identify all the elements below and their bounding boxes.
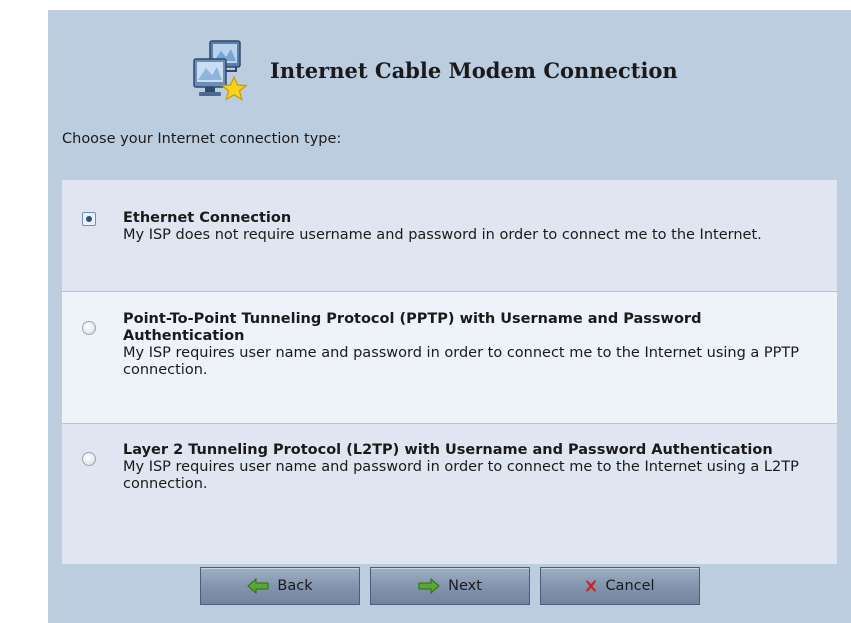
l2tp-radio[interactable] <box>82 452 96 466</box>
next-button-label: Next <box>448 578 482 594</box>
option-title: Layer 2 Tunneling Protocol (L2TP) with U… <box>123 442 773 458</box>
option-description: My ISP does not require username and pas… <box>123 227 762 243</box>
arrow-left-icon <box>247 578 269 594</box>
back-button[interactable]: Back <box>200 567 360 605</box>
cancel-button-label: Cancel <box>605 578 655 594</box>
option-title: Point-To-Point Tunneling Protocol (PPTP)… <box>123 311 702 344</box>
option-title: Ethernet Connection <box>123 210 292 226</box>
option-ethernet[interactable]: Ethernet Connection My ISP does not requ… <box>62 180 837 292</box>
option-l2tp-text: Layer 2 Tunneling Protocol (L2TP) with U… <box>123 442 817 493</box>
cancel-x-icon <box>585 579 597 593</box>
arrow-right-icon <box>418 578 440 594</box>
option-pptp-text: Point-To-Point Tunneling Protocol (PPTP)… <box>123 311 817 379</box>
option-description: My ISP requires user name and password i… <box>123 459 799 492</box>
wizard-header: Internet Cable Modem Connection <box>188 32 678 108</box>
back-button-label: Back <box>277 578 313 594</box>
option-pptp[interactable]: Point-To-Point Tunneling Protocol (PPTP)… <box>62 292 837 424</box>
next-button[interactable]: Next <box>370 567 530 605</box>
pptp-radio[interactable] <box>82 321 96 335</box>
network-computers-star-icon <box>188 35 258 105</box>
cancel-button[interactable]: Cancel <box>540 567 700 605</box>
connection-options: Ethernet Connection My ISP does not requ… <box>62 180 837 564</box>
connection-type-prompt: Choose your Internet connection type: <box>62 131 342 147</box>
option-l2tp[interactable]: Layer 2 Tunneling Protocol (L2TP) with U… <box>62 424 837 564</box>
option-description: My ISP requires user name and password i… <box>123 345 799 378</box>
wizard-panel: Internet Cable Modem Connection Choose y… <box>48 10 851 623</box>
wizard-frame: Internet Cable Modem Connection Choose y… <box>0 0 851 623</box>
option-ethernet-text: Ethernet Connection My ISP does not requ… <box>123 210 817 244</box>
page-title: Internet Cable Modem Connection <box>270 57 678 83</box>
ethernet-radio[interactable] <box>82 212 96 226</box>
wizard-buttons: Back Next Cancel <box>200 567 710 605</box>
